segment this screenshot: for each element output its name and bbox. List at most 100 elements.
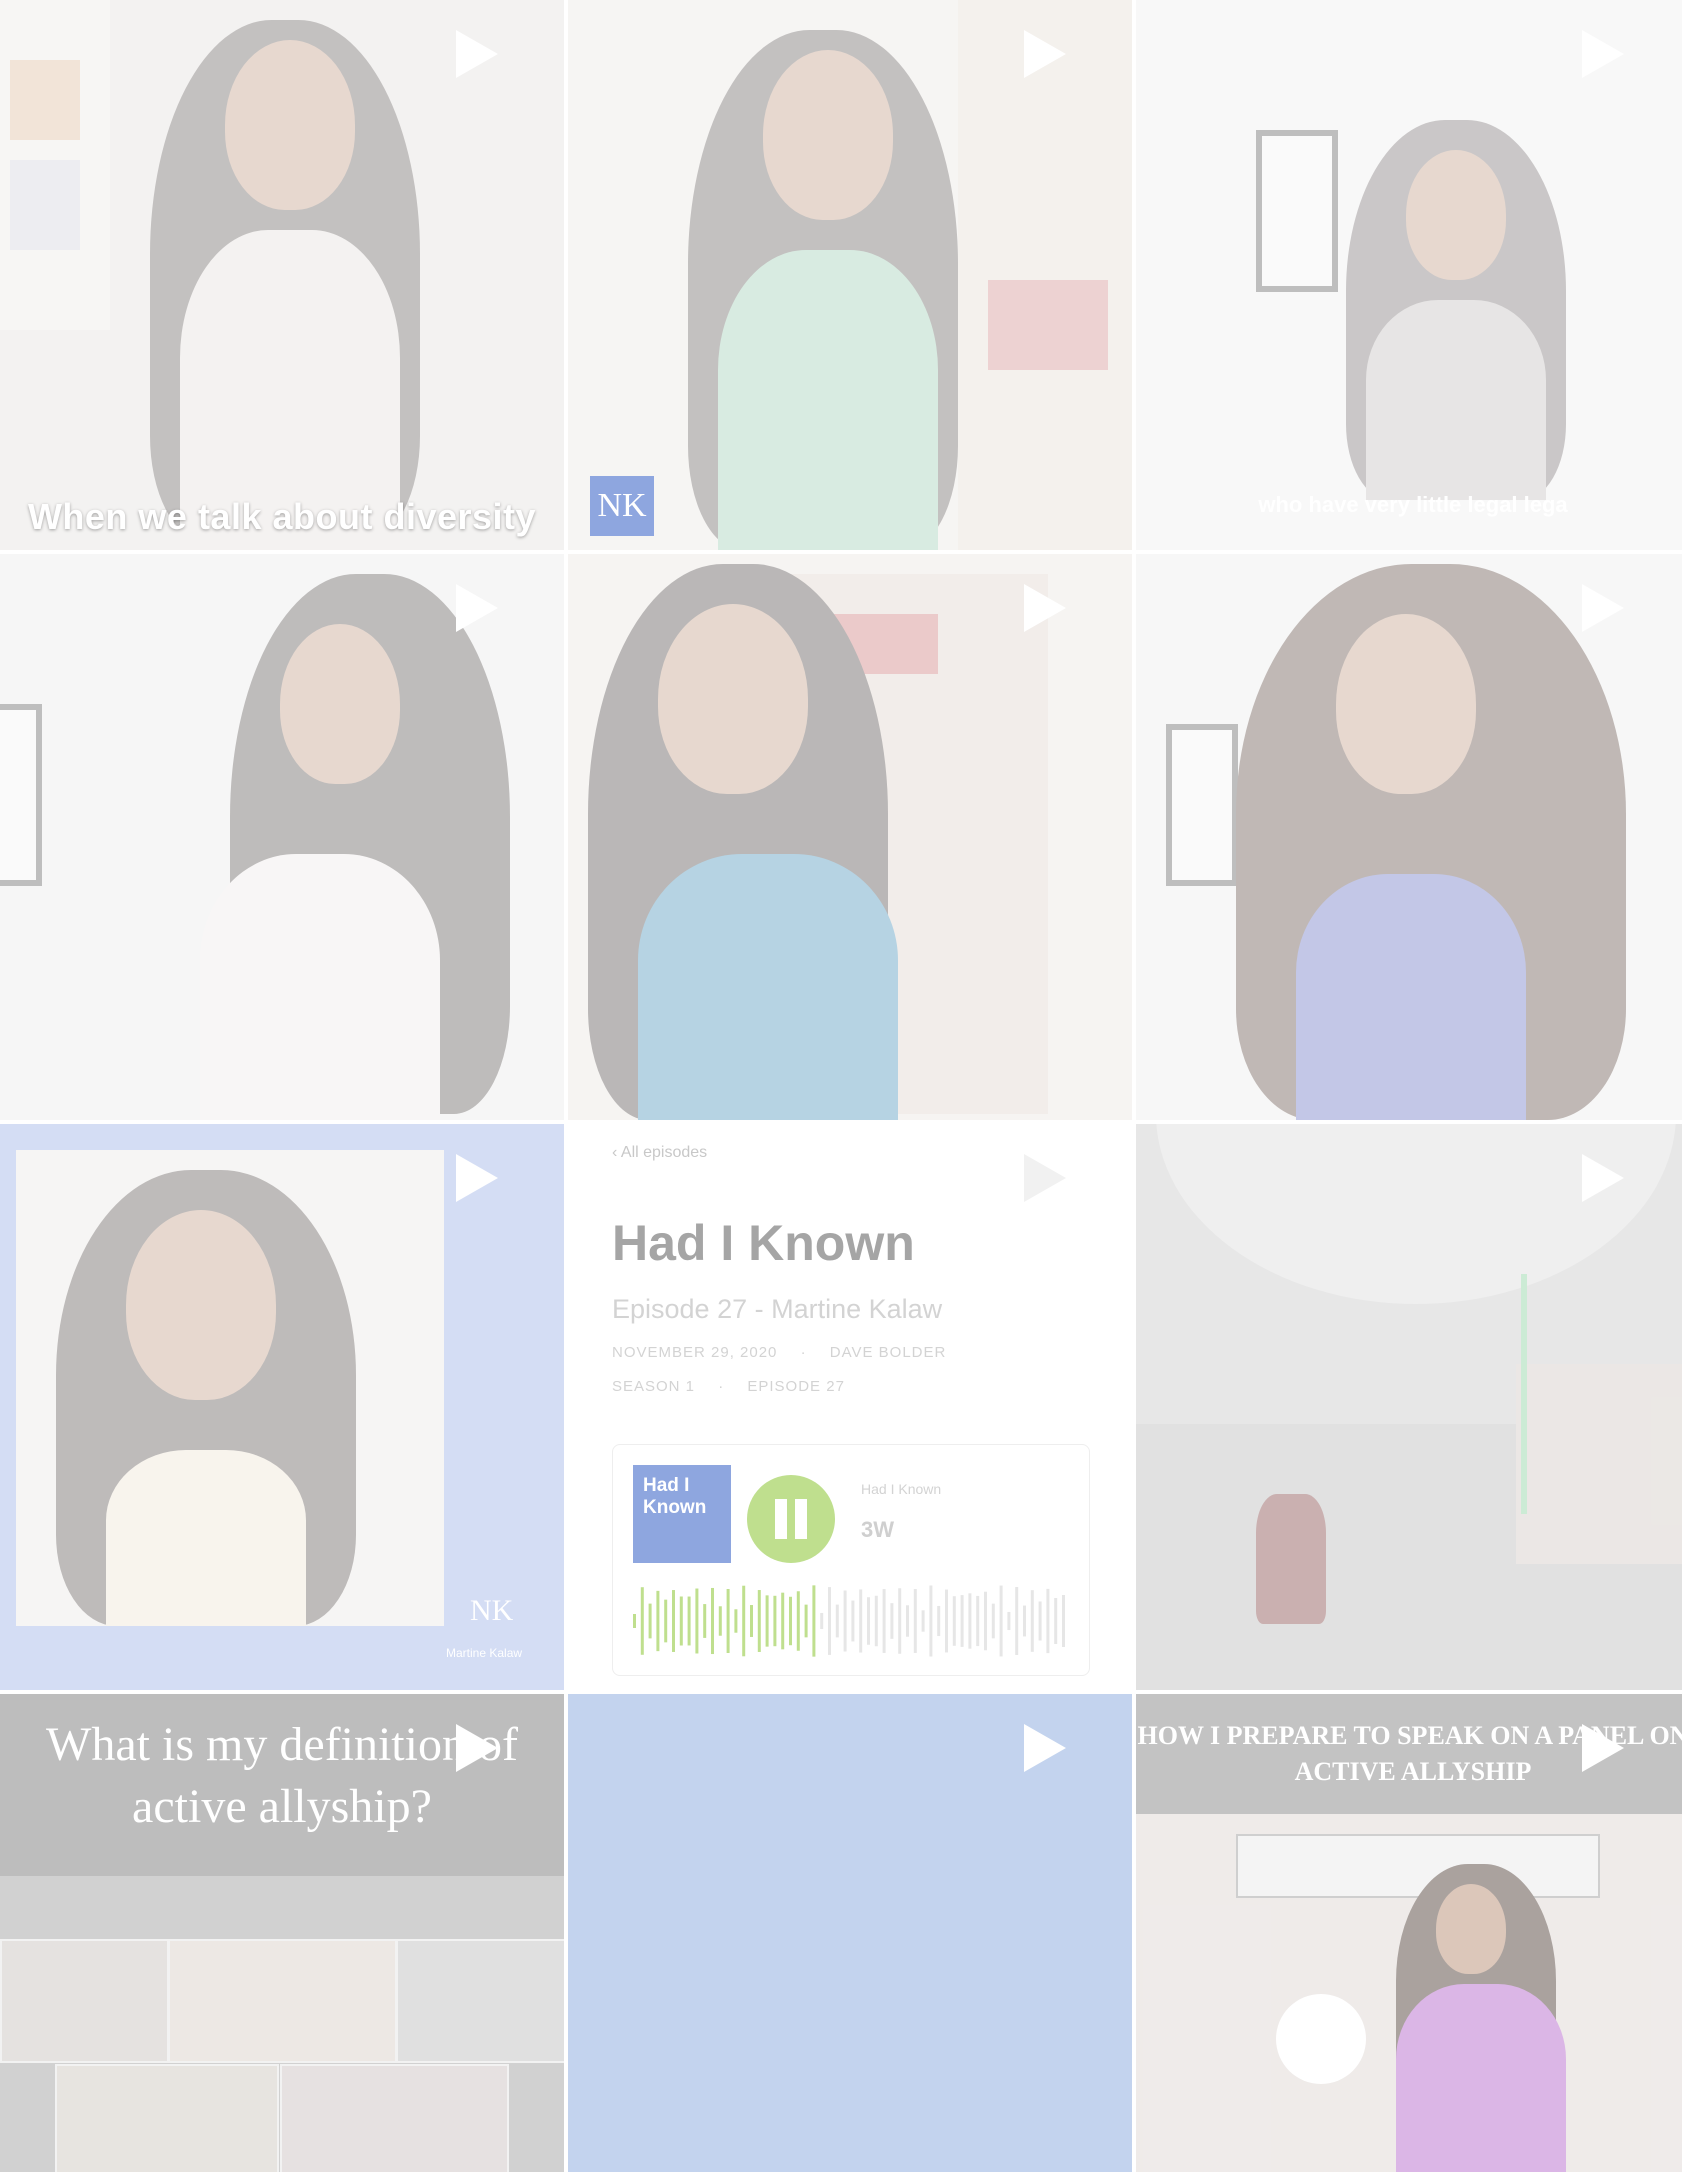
audio-player: Had I Known Had I Known 3W: [612, 1444, 1090, 1676]
video-call-cell: [396, 1939, 564, 2063]
books: [10, 160, 80, 250]
play-icon[interactable]: [1568, 1146, 1632, 1210]
wall-frame: [0, 704, 42, 886]
grid-tile-video[interactable]: What is my definition of active allyship…: [0, 1694, 564, 2172]
wall-frame: [1256, 130, 1338, 292]
video-call-cell: [168, 1939, 397, 2063]
play-icon[interactable]: [1010, 22, 1074, 86]
waveform-bar: [1007, 1611, 1011, 1631]
photo-frame: [16, 1150, 444, 1626]
wall-panel: [1516, 1364, 1682, 1564]
player-time: 3W: [861, 1517, 894, 1542]
waveform-bar: [898, 1588, 902, 1654]
waveform-bar: [984, 1591, 987, 1651]
face: [126, 1210, 276, 1400]
play-icon[interactable]: [1010, 576, 1074, 640]
waveform-bar: [679, 1596, 683, 1646]
play-icon[interactable]: [442, 22, 506, 86]
waveform-bar: [703, 1604, 707, 1638]
play-icon[interactable]: [1568, 1716, 1632, 1780]
light-strip: [1521, 1274, 1527, 1514]
podcast-cover: Had I Known: [633, 1465, 731, 1563]
window: [1236, 1834, 1600, 1898]
books: [988, 280, 1108, 370]
face: [280, 624, 400, 784]
grid-tile-video[interactable]: [0, 554, 564, 1120]
episode-host: DAVE BOLDER: [829, 1344, 947, 1361]
waveform-bar: [851, 1600, 855, 1642]
all-episodes-link[interactable]: ‹ All episodes: [612, 1144, 707, 1162]
waveform-bar: [687, 1596, 691, 1646]
play-icon[interactable]: [1568, 576, 1632, 640]
grid-tile-video[interactable]: [568, 1694, 1132, 2172]
play-icon[interactable]: [1010, 1716, 1074, 1780]
waveform-bar: [1054, 1598, 1058, 1644]
waveform-bar: [718, 1606, 722, 1636]
video-call-cell: [280, 2064, 509, 2172]
episode-number: EPISODE 27: [747, 1378, 845, 1395]
face: [763, 50, 893, 220]
episode-season: SEASON 1: [612, 1378, 696, 1395]
grid-tile-video[interactable]: [1136, 554, 1682, 1120]
grid-tile-video[interactable]: [1136, 1124, 1682, 1690]
waveform[interactable]: [633, 1581, 1073, 1661]
grid-tile-video[interactable]: [568, 554, 1132, 1120]
waveform-bar: [789, 1596, 792, 1646]
grid-tile-video[interactable]: When we talk about diversity: [0, 0, 564, 550]
shirt: [106, 1450, 306, 1626]
waveform-bar: [796, 1591, 800, 1651]
waveform-bar: [874, 1595, 878, 1647]
meta-separator: ·: [800, 1344, 807, 1361]
shirt: [638, 854, 898, 1120]
waveform-bar: [890, 1603, 894, 1639]
waveform-bar: [906, 1605, 909, 1637]
waveform-bar: [1015, 1587, 1019, 1655]
shirt: [1366, 300, 1546, 500]
video-call-cell: [55, 2064, 279, 2172]
signature: Martine Kalaw: [446, 1646, 523, 1660]
play-icon[interactable]: [442, 1146, 506, 1210]
waveform-bar: [757, 1590, 761, 1652]
waveform-bar: [1062, 1594, 1065, 1648]
play-icon[interactable]: [1568, 22, 1632, 86]
grid-tile-video[interactable]: HOW I PREPARE TO SPEAK ON A PANEL ON ACT…: [1136, 1694, 1682, 2172]
shirt: [1296, 874, 1526, 1120]
waveform-bar: [945, 1589, 948, 1653]
waveform-bar: [656, 1590, 660, 1652]
face: [1436, 1884, 1506, 1974]
pause-icon[interactable]: [747, 1475, 835, 1563]
waveform-bar: [859, 1589, 863, 1653]
waveform-bar: [937, 1605, 941, 1637]
waveform-bar: [952, 1596, 956, 1646]
waveform-bar: [672, 1590, 675, 1652]
grid-tile-video[interactable]: who have very little legal lega: [1136, 0, 1682, 550]
person: [1256, 1494, 1326, 1624]
brand-badge: NK: [470, 1594, 514, 1627]
play-icon[interactable]: [1010, 1146, 1074, 1210]
grid-tile-video[interactable]: NK Martine Kalaw: [0, 1124, 564, 1690]
waveform-bar: [1023, 1605, 1026, 1637]
grid-tile-podcast[interactable]: ‹ All episodes Had I Known Episode 27 - …: [568, 1124, 1132, 1690]
podcast-title: Had I Known: [612, 1215, 915, 1271]
episode-meta: NOVEMBER 29, 2020 · DAVE BOLDER: [612, 1344, 946, 1361]
shirt: [1396, 1984, 1566, 2172]
ring-light: [1276, 1994, 1366, 2084]
waveform-bar: [734, 1609, 738, 1633]
waveform-bar: [1030, 1590, 1034, 1652]
waveform-bar: [742, 1585, 746, 1657]
waveform-bar: [929, 1585, 933, 1657]
waveform-bar: [991, 1603, 995, 1639]
waveform-bar: [976, 1595, 980, 1647]
waveform-bar: [633, 1614, 636, 1628]
waveform-bar: [999, 1585, 1003, 1657]
grid-tile-video[interactable]: NK: [568, 0, 1132, 550]
episode-date: NOVEMBER 29, 2020: [612, 1344, 778, 1361]
play-icon[interactable]: [442, 1716, 506, 1780]
waveform-bar: [828, 1587, 831, 1655]
waveform-bar: [773, 1595, 777, 1647]
player-show-name: Had I Known: [861, 1481, 942, 1497]
wall-frame: [1166, 724, 1238, 886]
play-icon[interactable]: [442, 576, 506, 640]
waveform-bar: [648, 1603, 652, 1639]
waveform-bar: [1038, 1601, 1042, 1641]
